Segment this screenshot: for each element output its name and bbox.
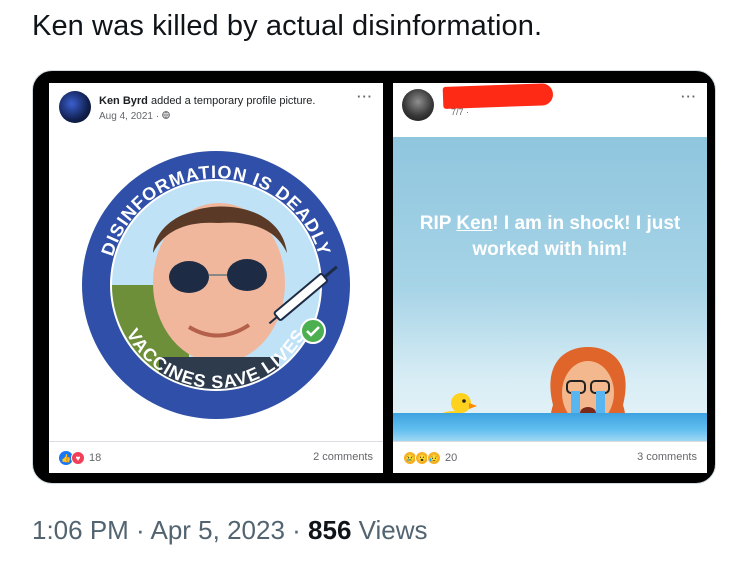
sad-reaction-icon: 😥	[427, 451, 441, 465]
screenshot-post-right: 7/7 · ··· RIP Ken! I am in shock! I just…	[393, 83, 707, 473]
comments-link[interactable]: 2 comments	[313, 451, 373, 463]
water	[393, 413, 707, 441]
rip-suffix: ! I am in shock! I just worked with him!	[472, 213, 681, 260]
avatar	[402, 89, 434, 121]
profile-picture-frame: DISINFORMATION IS DEADLY VACCINES SAVE L…	[49, 135, 383, 435]
avatar	[59, 91, 91, 123]
post-date-text: 7/7 ·	[451, 107, 470, 117]
post-date: Aug 4, 2021 ·	[99, 111, 170, 122]
views-count[interactable]: 856	[308, 515, 351, 545]
rip-prefix: RIP	[419, 213, 457, 234]
post-footer: 😢 😮 😥 20 3 comments	[393, 441, 707, 473]
post-date-text: Aug 4, 2021 ·	[99, 111, 162, 122]
love-reaction-icon: ♥	[71, 451, 85, 465]
author-name: Ken Byrd	[99, 95, 148, 107]
post-header: Ken Byrd added a temporary profile pictu…	[49, 83, 383, 137]
redaction-mark	[442, 83, 554, 109]
tweet-meta: 1:06 PM · Apr 5, 2023 · 856 Views	[32, 515, 428, 546]
tweet-date[interactable]: Apr 5, 2023	[151, 515, 285, 545]
more-dots-icon: ···	[357, 89, 373, 104]
reaction-count: 20	[445, 452, 458, 464]
screenshot-post-left: Ken Byrd added a temporary profile pictu…	[49, 83, 383, 473]
post-footer: 👍 ♥ 18 2 comments	[49, 441, 383, 473]
comments-link[interactable]: 3 comments	[637, 451, 697, 463]
rip-message: RIP Ken! I am in shock! I just worked wi…	[413, 211, 687, 263]
tweet-text: Ken was killed by actual disinformation.	[32, 10, 543, 42]
reactions[interactable]: 😢 😮 😥 20	[403, 451, 457, 465]
author-line: Ken Byrd added a temporary profile pictu…	[99, 95, 315, 107]
post-date: 7/7 ·	[451, 107, 469, 117]
globe-icon	[161, 111, 170, 122]
tagged-name-link[interactable]: Ken	[456, 213, 492, 234]
meta-separator: ·	[284, 515, 309, 545]
post-action: added a temporary profile picture.	[147, 95, 316, 107]
meta-separator: ·	[128, 515, 151, 545]
post-image: RIP Ken! I am in shock! I just worked wi…	[393, 137, 707, 441]
reactions[interactable]: 👍 ♥ 18	[59, 451, 101, 465]
tweet-media[interactable]: Ken Byrd added a temporary profile pictu…	[32, 70, 716, 484]
check-icon	[300, 318, 326, 344]
post-header: 7/7 · ···	[393, 83, 707, 137]
tweet-time[interactable]: 1:06 PM	[32, 515, 129, 545]
more-dots-icon: ···	[681, 89, 697, 104]
views-label: Views	[351, 515, 428, 545]
reaction-count: 18	[89, 452, 102, 464]
